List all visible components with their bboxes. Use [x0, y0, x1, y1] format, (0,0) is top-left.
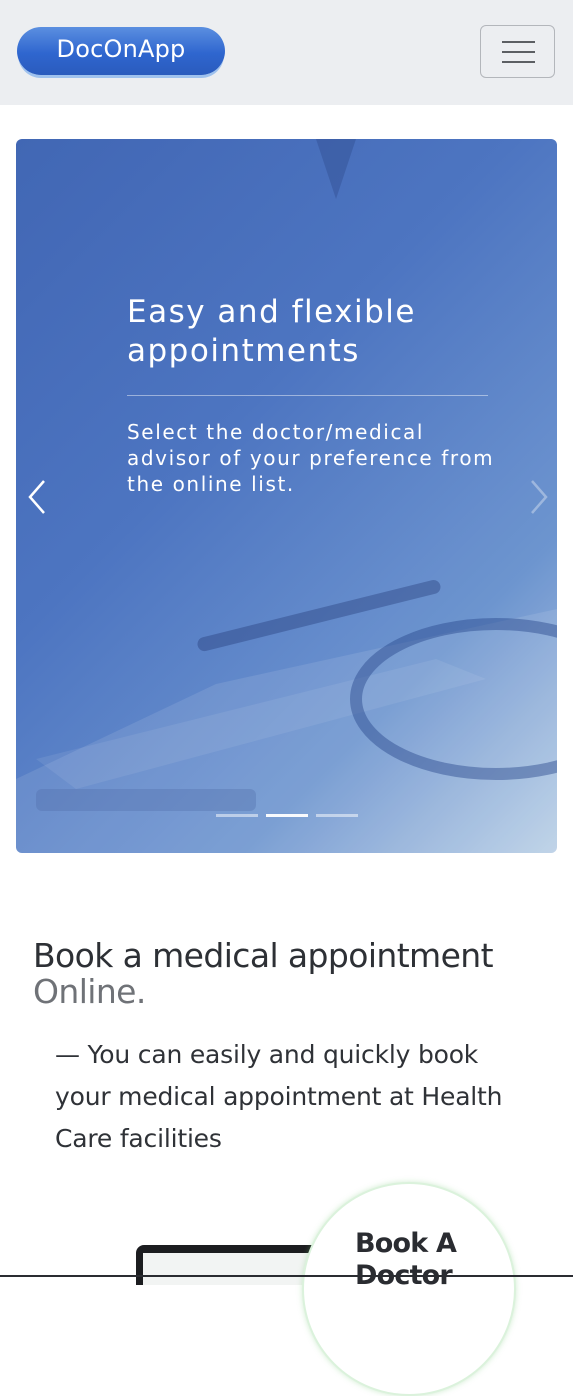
carousel-indicator[interactable] — [316, 814, 358, 817]
chevron-left-icon[interactable] — [24, 477, 54, 517]
section-title-muted: Online. — [33, 972, 146, 1011]
hero-carousel: Easy and flexible appointments Select th… — [16, 139, 557, 853]
section-description: — You can easily and quickly book your m… — [55, 1040, 503, 1153]
book-doctor-label[interactable]: Book A Doctor — [355, 1228, 515, 1292]
navbar: DocOnApp — [0, 0, 573, 105]
carousel-indicators — [216, 814, 358, 820]
hero-title: Easy and flexible appointments — [127, 294, 416, 369]
chevron-right-icon[interactable] — [522, 477, 552, 517]
carousel-indicator[interactable] — [216, 814, 258, 817]
section-title: Book a medical appointment Online. — [33, 938, 553, 1010]
carousel-indicator-active[interactable] — [266, 814, 308, 817]
hamburger-menu-icon — [502, 41, 535, 43]
hamburger-menu-icon-bar — [502, 51, 535, 53]
laptop-illustration — [136, 1245, 326, 1285]
brand-logo[interactable]: DocOnApp — [17, 27, 225, 75]
hamburger-menu-icon-bar — [502, 61, 535, 63]
hero-description: Select the doctor/medical advisor of you… — [127, 420, 495, 496]
hero-divider — [127, 395, 488, 396]
menu-toggle-button[interactable] — [480, 25, 555, 78]
section-title-main: Book a medical appointment — [33, 936, 494, 975]
brand-name: DocOnApp — [56, 35, 186, 63]
laptop-screen — [143, 1253, 319, 1285]
